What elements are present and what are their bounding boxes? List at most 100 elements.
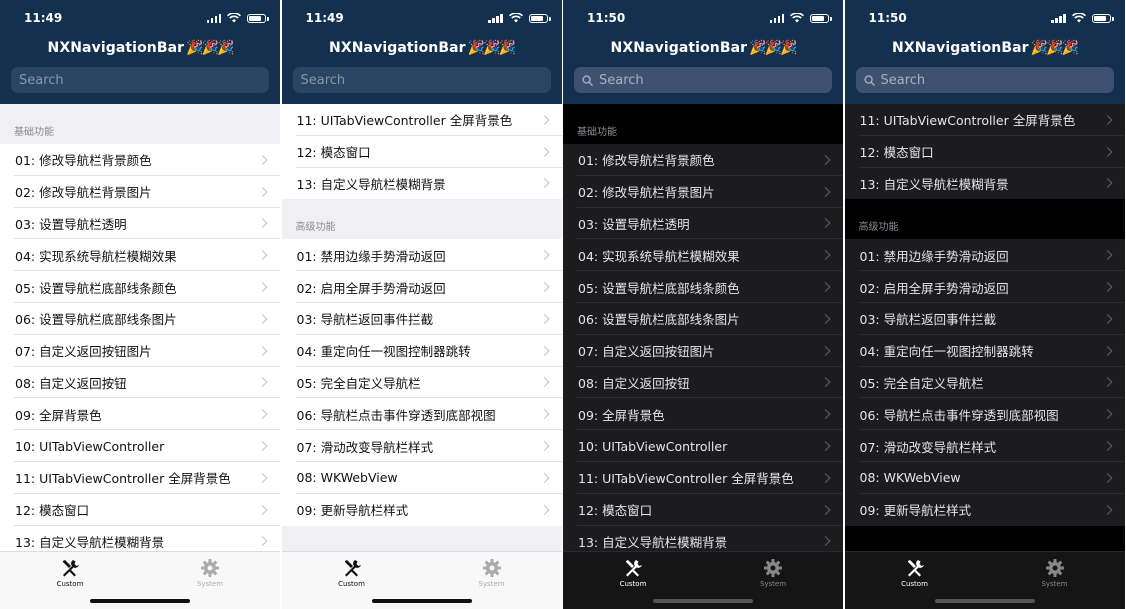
list-item[interactable]: 02: 修改导航栏背景图片 — [0, 175, 280, 208]
home-indicator[interactable] — [90, 599, 190, 603]
list-item[interactable]: 03: 导航栏返回事件拦截 — [844, 302, 1125, 335]
list-item[interactable]: 05: 完全自定义导航栏 — [281, 366, 562, 399]
tools-icon — [626, 560, 642, 577]
tab-system[interactable]: System — [462, 558, 522, 588]
tab-custom-label: Custom — [56, 580, 84, 588]
chevron-right-icon — [539, 114, 549, 125]
search-placeholder: Search — [880, 72, 926, 88]
tab-system-label: System — [478, 580, 505, 588]
home-indicator[interactable] — [934, 599, 1035, 603]
table-view[interactable]: 11: UITabViewController 全屏背景色 12: 模态窗口 1… — [844, 104, 1125, 551]
list-item[interactable]: 06: 设置导航栏底部线条图片 — [0, 302, 280, 335]
list-item[interactable]: 13: 自定义导航栏模糊背景 — [0, 525, 280, 551]
navigation-bar: 11:50 NXNavigationBar 🎉🎉🎉 Search — [563, 0, 843, 104]
list-item[interactable]: 01: 禁用边缘手势滑动返回 — [281, 239, 562, 272]
status-time: 11:49 — [305, 11, 344, 25]
list-item[interactable]: 08: WKWebView — [281, 461, 562, 494]
tab-custom[interactable]: Custom — [322, 558, 382, 588]
list-item[interactable]: 04: 实现系统导航栏模糊效果 — [563, 239, 843, 272]
nav-title: NXNavigationBar 🎉🎉🎉 — [47, 40, 235, 56]
list-item[interactable]: 04: 重定向任一视图控制器跳转 — [844, 334, 1125, 367]
home-indicator[interactable] — [371, 599, 472, 603]
list-item[interactable]: 06: 导航栏点击事件穿透到底部视图 — [281, 398, 562, 431]
list-item[interactable]: 11: UITabViewController 全屏背景色 — [563, 461, 843, 494]
search-bar[interactable]: Search — [11, 67, 269, 93]
list-item[interactable]: 10: UITabViewController — [563, 430, 843, 462]
phone-screen-1: 11:49 NXNavigationBar 🎉🎉🎉 Search 基础功能 01:… — [0, 0, 280, 609]
tab-custom[interactable]: Custom — [885, 558, 945, 588]
list-item[interactable]: 11: UITabViewController 全屏背景色 — [844, 104, 1125, 136]
status-icons — [206, 13, 269, 23]
list-item[interactable]: 05: 完全自定义导航栏 — [844, 366, 1125, 399]
tab-system[interactable]: System — [1025, 558, 1085, 588]
list-item[interactable]: 04: 实现系统导航栏模糊效果 — [0, 239, 280, 272]
status-icons — [488, 13, 551, 23]
navigation-bar: 11:49 NXNavigationBar 🎉🎉🎉 Search — [0, 0, 280, 104]
phone-screen-3: 11:50 NXNavigationBar 🎉🎉🎉 Search 基础功能 01:… — [563, 0, 843, 609]
tab-custom[interactable]: Custom — [40, 558, 100, 588]
chevron-right-icon — [257, 186, 268, 197]
status-time: 11:49 — [24, 11, 63, 25]
list-item[interactable]: 12: 模态窗口 — [0, 493, 280, 526]
list-item[interactable]: 08: 自定义返回按钮 — [0, 366, 280, 399]
chevron-right-icon — [1102, 441, 1112, 452]
status-bar: 11:49 — [24, 9, 269, 27]
list-item[interactable]: 07: 自定义返回按钮图片 — [563, 334, 843, 367]
chevron-right-icon — [820, 313, 831, 324]
list-item[interactable]: 09: 更新导航栏样式 — [281, 493, 562, 526]
list-item[interactable]: 12: 模态窗口 — [844, 135, 1125, 168]
search-placeholder: Search — [19, 72, 64, 88]
list-item[interactable]: 08: 自定义返回按钮 — [563, 366, 843, 399]
list-item[interactable]: 07: 滑动改变导航栏样式 — [844, 430, 1125, 462]
list-item[interactable]: 08: WKWebView — [844, 461, 1125, 494]
list-item[interactable]: 12: 模态窗口 — [281, 135, 562, 168]
list-item[interactable]: 12: 模态窗口 — [563, 493, 843, 526]
list-item[interactable]: 13: 自定义导航栏模糊背景 — [563, 525, 843, 551]
list-item[interactable]: 03: 设置导航栏透明 — [0, 207, 280, 240]
list-item[interactable]: 09: 更新导航栏样式 — [844, 493, 1125, 526]
list-item[interactable]: 10: UITabViewController — [0, 430, 280, 462]
list-item[interactable]: 09: 全屏背景色 — [563, 398, 843, 431]
battery-icon — [528, 13, 551, 23]
list-item[interactable]: 02: 修改导航栏背景图片 — [563, 175, 843, 208]
wifi-icon — [1071, 13, 1086, 23]
search-placeholder: Search — [599, 72, 644, 88]
home-indicator[interactable] — [653, 599, 753, 603]
chevron-right-icon — [1102, 377, 1112, 388]
tab-system[interactable]: System — [743, 558, 803, 588]
list-item[interactable]: 03: 导航栏返回事件拦截 — [281, 302, 562, 335]
section-header-advanced: 高级功能 — [295, 222, 336, 234]
list-item[interactable]: 01: 禁用边缘手势滑动返回 — [844, 239, 1125, 272]
list-item[interactable]: 09: 全屏背景色 — [0, 398, 280, 431]
list-item[interactable]: 13: 自定义导航栏模糊背景 — [281, 167, 562, 200]
tab-bar: Custom System — [0, 551, 280, 609]
list-item[interactable]: 01: 修改导航栏背景颜色 — [563, 144, 843, 176]
list-item[interactable]: 04: 重定向任一视图控制器跳转 — [281, 334, 562, 367]
list-item[interactable]: 11: UITabViewController 全屏背景色 — [281, 104, 562, 136]
list-item[interactable]: 11: UITabViewController 全屏背景色 — [0, 461, 280, 494]
list-item[interactable]: 13: 自定义导航栏模糊背景 — [844, 167, 1125, 200]
list-item[interactable]: 03: 设置导航栏透明 — [563, 207, 843, 240]
list-item[interactable]: 02: 启用全屏手势滑动返回 — [844, 271, 1125, 303]
tab-system-label: System — [759, 580, 787, 588]
chevron-right-icon — [1102, 282, 1112, 293]
tab-custom[interactable]: Custom — [603, 558, 663, 588]
list-item[interactable]: 02: 启用全屏手势滑动返回 — [281, 271, 562, 303]
tab-system[interactable]: System — [180, 558, 240, 588]
list-item[interactable]: 06: 导航栏点击事件穿透到底部视图 — [844, 398, 1125, 431]
list-item[interactable]: 07: 自定义返回按钮图片 — [0, 334, 280, 367]
search-bar[interactable]: Search — [855, 67, 1114, 93]
table-view[interactable]: 基础功能 01: 修改导航栏背景颜色 02: 修改导航栏背景图片 03: 设置导… — [563, 104, 843, 551]
list-item[interactable]: 06: 设置导航栏底部线条图片 — [563, 302, 843, 335]
list-item[interactable]: 07: 滑动改变导航栏样式 — [281, 430, 562, 462]
table-view[interactable]: 基础功能 01: 修改导航栏背景颜色 02: 修改导航栏背景图片 03: 设置导… — [0, 104, 280, 551]
party-popper-emoji: 🎉🎉🎉 — [467, 40, 516, 56]
list-item[interactable]: 01: 修改导航栏背景颜色 — [0, 144, 280, 176]
chevron-right-icon — [257, 345, 268, 356]
list-item[interactable]: 05: 设置导航栏底部线条颜色 — [563, 271, 843, 303]
list-item[interactable]: 05: 设置导航栏底部线条颜色 — [0, 271, 280, 303]
search-bar[interactable]: Search — [292, 67, 551, 93]
table-view[interactable]: 11: UITabViewController 全屏背景色 12: 模态窗口 1… — [281, 104, 562, 551]
battery-icon — [247, 13, 269, 23]
search-bar[interactable]: Search — [574, 67, 832, 93]
